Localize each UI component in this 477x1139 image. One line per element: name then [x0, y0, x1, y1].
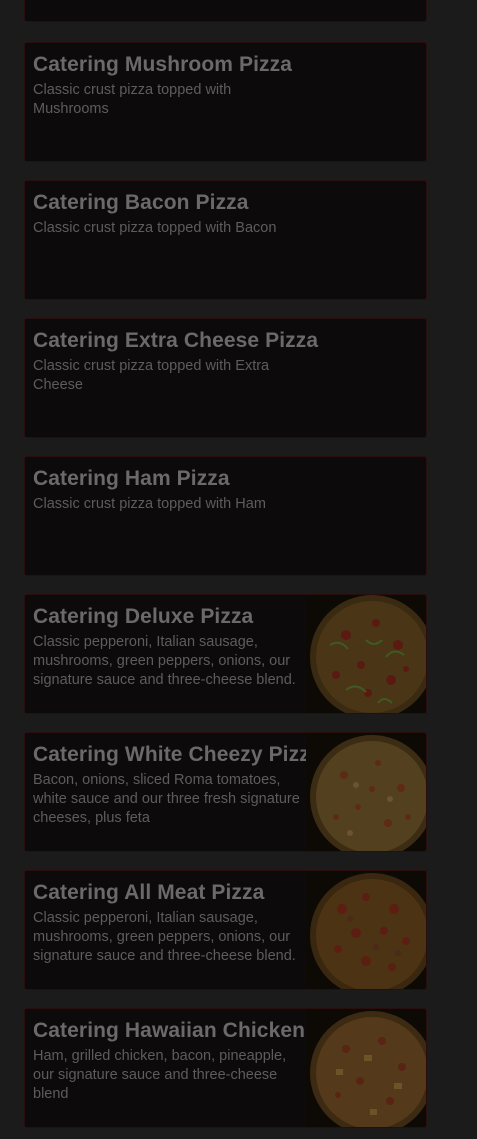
deluxe-pizza-image: [306, 595, 426, 713]
menu-item-description: Classic crust pizza topped with Mushroom…: [33, 82, 232, 117]
menu-item-card[interactable]: Catering All Meat Pizza Classic pepperon…: [24, 870, 427, 990]
menu-item-title: Catering Mushroom Pizza: [33, 53, 292, 76]
pizza-photo-icon: [306, 1009, 426, 1127]
all-meat-pizza-image: [306, 871, 426, 989]
catering-menu-list: Catering Mushroom Pizza Classic crust pi…: [0, 0, 477, 1139]
hawaiian-chicken-pizza-image: [306, 1009, 426, 1127]
menu-item-description: Classic pepperoni, Italian sausage, mush…: [33, 634, 296, 688]
menu-item-title: Catering All Meat Pizza: [33, 881, 265, 904]
menu-item-title: Catering Bacon Pizza: [33, 191, 249, 214]
menu-item-card[interactable]: Catering Hawaiian Chicken Ham, grilled c…: [24, 1008, 427, 1128]
menu-item-card[interactable]: Catering Extra Cheese Pizza Classic crus…: [24, 318, 427, 438]
menu-item-description: Classic crust pizza topped with Bacon: [33, 220, 277, 236]
menu-item-title: Catering Extra Cheese Pizza: [33, 329, 319, 352]
pizza-photo-icon: [306, 871, 426, 989]
pizza-photo-icon: [306, 733, 426, 851]
menu-item-card[interactable]: Catering Bacon Pizza Classic crust pizza…: [24, 180, 427, 300]
menu-item-card[interactable]: Catering Mushroom Pizza Classic crust pi…: [24, 42, 427, 162]
menu-item-description: Classic pepperoni, Italian sausage, mush…: [33, 910, 296, 964]
menu-item-description: Bacon, onions, sliced Roma tomatoes, whi…: [33, 772, 300, 826]
menu-item-description: Classic crust pizza topped with Ham: [33, 496, 266, 512]
menu-item-title: Catering Hawaiian Chicken: [33, 1019, 306, 1042]
menu-item-card[interactable]: Catering Deluxe Pizza Classic pepperoni,…: [24, 594, 427, 714]
menu-item-description: Ham, grilled chicken, bacon, pineapple, …: [33, 1048, 287, 1102]
pizza-photo-icon: [306, 595, 426, 713]
menu-item-title: Catering Ham Pizza: [33, 467, 230, 490]
menu-item-title: Catering White Cheezy Pizza: [33, 743, 322, 766]
menu-item-title: Catering Deluxe Pizza: [33, 605, 254, 628]
white-cheezy-pizza-image: [306, 733, 426, 851]
menu-item-card[interactable]: Catering Ham Pizza Classic crust pizza t…: [24, 456, 427, 576]
menu-item-card[interactable]: Catering White Cheezy Pizza Bacon, onion…: [24, 732, 427, 852]
menu-item-description: Classic crust pizza topped with Extra Ch…: [33, 358, 270, 393]
menu-item-card-partial[interactable]: [24, 0, 427, 22]
